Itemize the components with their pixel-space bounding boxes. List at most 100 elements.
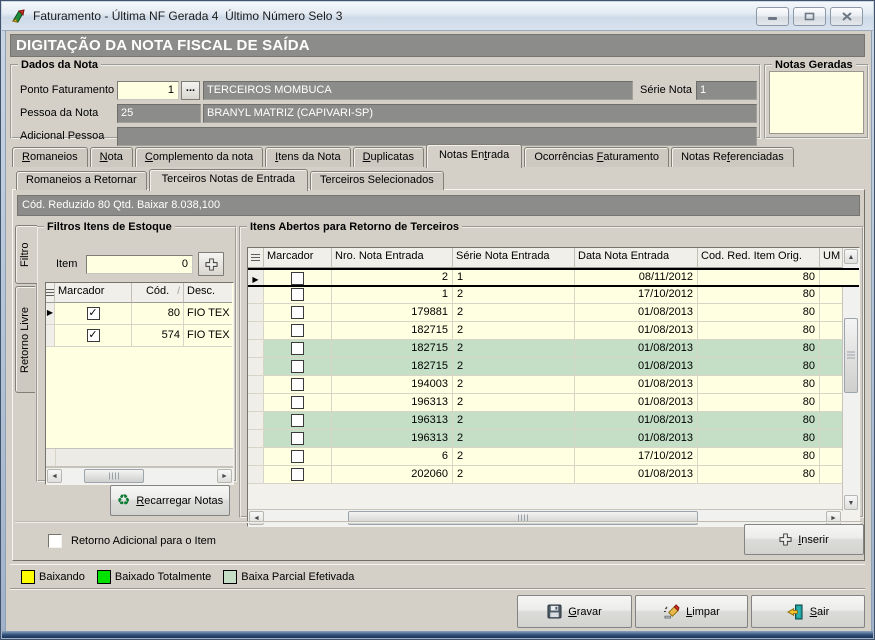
row-checkbox[interactable] <box>291 432 304 445</box>
sair-button[interactable]: Sair <box>751 595 865 628</box>
scroll-up-button[interactable]: ▲ <box>844 249 858 264</box>
terceiros-grid: Marcador Nro. Nota Entrada Série Nota En… <box>247 247 860 527</box>
cod-red-cell: 80 <box>698 340 820 358</box>
tab-nota[interactable]: Nota <box>90 147 133 167</box>
side-tab-filtro[interactable]: Filtro <box>15 225 37 284</box>
grid-menu-icon[interactable] <box>248 248 264 268</box>
retorno-adicional-checkbox[interactable] <box>48 534 62 548</box>
close-button[interactable] <box>830 7 863 26</box>
scrollbar-thumb[interactable] <box>844 318 858 393</box>
table-row[interactable]: ▶ 1 2 17/10/2012 80 <box>248 286 859 304</box>
tab-complemento-da-nota[interactable]: Complemento da nota <box>135 147 263 167</box>
tab-page-panel: Cód. Reduzido 80 Qtd. Baixar 8.038,100 F… <box>12 189 865 561</box>
table-row[interactable]: ▶ 202060 2 01/08/2013 80 <box>248 466 859 484</box>
marcador-cell <box>264 448 332 466</box>
scroll-down-button[interactable]: ▼ <box>844 495 858 510</box>
ponto-faturamento-descricao-field: TERCEIROS MOMBUCA <box>203 81 633 100</box>
table-row[interactable]: ▶ 196313 2 01/08/2013 80 <box>248 412 859 430</box>
scroll-right-button[interactable]: ► <box>217 469 232 483</box>
gravar-button[interactable]: Gravar <box>517 595 632 628</box>
current-row-marker-icon: ▶ <box>46 303 54 323</box>
table-row[interactable]: ▶ 194003 2 01/08/2013 80 <box>248 376 859 394</box>
inserir-button[interactable]: Inserir <box>744 524 864 555</box>
row-checkbox[interactable] <box>291 324 304 337</box>
row-checkbox[interactable] <box>291 342 304 355</box>
cod-red-cell: 80 <box>698 358 820 376</box>
grid-menu-icon[interactable] <box>46 283 55 303</box>
row-selector-cell: ▶ <box>248 358 264 376</box>
row-checkbox[interactable] <box>291 272 304 285</box>
table-row[interactable]: ▶ 574 FIO TEX <box>46 325 233 347</box>
row-checkbox[interactable] <box>87 307 100 320</box>
pessoa-da-nota-codigo-field: 25 <box>117 104 201 123</box>
row-selector-cell: ▶ <box>248 430 264 448</box>
col-data-nota-entrada[interactable]: Data Nota Entrada <box>575 248 698 268</box>
notas-geradas-legend: Notas Geradas <box>772 59 856 71</box>
baixa-parcial-label: Baixa Parcial Efetivada <box>241 571 354 583</box>
tab-romaneios[interactable]: Romaneios <box>12 147 88 167</box>
table-row[interactable]: ▶ 196313 2 01/08/2013 80 <box>248 394 859 412</box>
page-title: DIGITAÇÃO DA NOTA FISCAL DE SAÍDA <box>10 34 865 57</box>
tab-itens-da-nota[interactable]: Itens da Nota <box>265 147 350 167</box>
row-checkbox[interactable] <box>291 360 304 373</box>
row-checkbox[interactable] <box>291 288 304 301</box>
limpar-button[interactable]: Limpar <box>635 595 748 628</box>
data-cell: 17/10/2012 <box>575 286 698 304</box>
row-selector-cell: ▶ <box>248 466 264 484</box>
scroll-left-button[interactable]: ◄ <box>47 469 62 483</box>
minimize-button[interactable] <box>756 7 789 26</box>
table-row[interactable]: ▶ 179881 2 01/08/2013 80 <box>248 304 859 322</box>
recarregar-notas-button[interactable]: ♻ Recarregar Notas <box>110 485 230 516</box>
serie-cell: 2 <box>453 448 575 466</box>
side-tab-retorno-livre[interactable]: Retorno Livre <box>15 286 35 393</box>
maximize-button[interactable] <box>793 7 826 26</box>
filtros-col-desc[interactable]: Desc. <box>184 283 232 303</box>
table-row[interactable]: ▶ 182715 2 01/08/2013 80 <box>248 358 859 376</box>
marcador-cell <box>264 340 332 358</box>
row-checkbox[interactable] <box>87 329 100 342</box>
row-checkbox[interactable] <box>291 306 304 319</box>
marcador-cell <box>264 322 332 340</box>
desc-cell: FIO TEX <box>184 325 232 347</box>
serie-cell: 2 <box>453 340 575 358</box>
cod-red-cell: 80 <box>698 286 820 304</box>
row-selector-cell: ▶ <box>248 340 264 358</box>
tab-notas-entrada[interactable]: Notas Entrada <box>426 144 522 168</box>
table-row[interactable]: ▶ 80 FIO TEX <box>46 303 233 325</box>
desc-cell: FIO TEX <box>184 303 232 325</box>
ponto-faturamento-input[interactable]: 1 <box>117 81 179 100</box>
tab-romaneios-a-retornar[interactable]: Romaneios a Retornar <box>16 171 147 190</box>
row-checkbox[interactable] <box>291 396 304 409</box>
nro-cell: 182715 <box>332 340 453 358</box>
row-checkbox[interactable] <box>291 378 304 391</box>
um-cell <box>820 376 842 394</box>
add-item-filter-button[interactable] <box>198 252 224 276</box>
um-cell <box>820 322 842 340</box>
col-cod-red-item-orig[interactable]: Cod. Red. Item Orig. <box>698 248 820 268</box>
table-row[interactable]: ▶ 182715 2 01/08/2013 80 <box>248 322 859 340</box>
col-nro-nota-entrada[interactable]: Nro. Nota Entrada <box>332 248 453 268</box>
filtros-col-cod[interactable]: Cód./ <box>132 283 184 303</box>
row-checkbox[interactable] <box>291 468 304 481</box>
tab-notas-referenciadas[interactable]: Notas Referenciadas <box>671 147 794 167</box>
row-selector-cell: ▶ <box>46 325 55 347</box>
col-um[interactable]: UM C <box>820 248 842 268</box>
col-marcador[interactable]: Marcador <box>264 248 332 268</box>
table-row[interactable]: ▶ 6 2 17/10/2012 80 <box>248 448 859 466</box>
ponto-faturamento-browse-button[interactable]: ... <box>181 81 200 100</box>
row-checkbox[interactable] <box>291 450 304 463</box>
row-checkbox[interactable] <box>291 414 304 427</box>
tab-terceiros-selecionados[interactable]: Terceiros Selecionados <box>310 171 444 190</box>
serie-cell: 2 <box>453 466 575 484</box>
marcador-cell <box>264 286 332 304</box>
tab-ocorrencias-faturamento[interactable]: Ocorrências Faturamento <box>524 147 669 167</box>
item-input[interactable]: 0 <box>86 255 193 274</box>
tab-duplicatas[interactable]: Duplicatas <box>353 147 424 167</box>
table-row[interactable]: ▶ 182715 2 01/08/2013 80 <box>248 340 859 358</box>
filtros-col-marcador[interactable]: Marcador <box>55 283 132 303</box>
col-serie-nota-entrada[interactable]: Série Nota Entrada <box>453 248 575 268</box>
tab-terceiros-notas-de-entrada[interactable]: Terceiros Notas de Entrada <box>149 169 308 191</box>
table-row[interactable]: ▶ 196313 2 01/08/2013 80 <box>248 430 859 448</box>
scrollbar-thumb[interactable] <box>84 469 144 483</box>
table-row[interactable]: ▶ 2 1 08/11/2012 80 <box>248 268 859 287</box>
